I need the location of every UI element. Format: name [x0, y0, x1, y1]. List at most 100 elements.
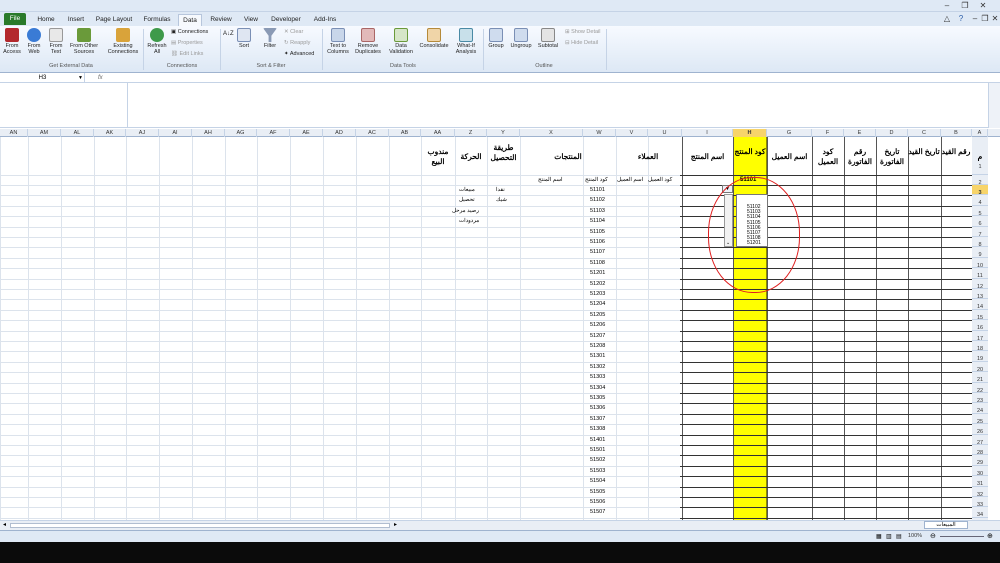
column-header-i[interactable]: I — [682, 129, 733, 137]
product-code-cell[interactable]: 51107 — [590, 249, 605, 255]
row-header[interactable]: 2 — [972, 175, 988, 186]
product-code-cell[interactable]: 51506 — [590, 499, 605, 505]
name-box[interactable]: H3 — [1, 73, 85, 83]
product-code-cell[interactable]: 51303 — [590, 374, 605, 380]
zoom-in-icon[interactable]: ⊕ — [987, 532, 993, 540]
payment-option[interactable]: نقدا — [496, 187, 505, 193]
tab-data[interactable]: Data — [178, 14, 202, 26]
minimize-icon[interactable]: – — [940, 1, 954, 11]
tab-review[interactable]: Review — [208, 14, 234, 26]
tab-page-layout[interactable]: Page Layout — [94, 14, 134, 26]
row-header[interactable]: 20 — [972, 361, 988, 373]
column-header-a[interactable]: A — [972, 129, 988, 137]
group-button[interactable]: Group — [486, 28, 506, 49]
row-header[interactable]: 3 — [972, 185, 988, 196]
existing-connections-button[interactable]: Existing Connections — [106, 28, 140, 55]
product-code-cell[interactable]: 51202 — [590, 281, 605, 287]
scroll-left-icon[interactable]: ◂ — [3, 521, 6, 528]
column-header-ad[interactable]: AD — [323, 129, 356, 137]
zoom-slider[interactable] — [940, 536, 984, 537]
sort-button[interactable]: Sort — [235, 28, 253, 49]
row-header[interactable]: 21 — [972, 372, 988, 383]
row-header[interactable]: 6 — [972, 216, 988, 227]
product-code-cell[interactable]: 51104 — [590, 218, 605, 224]
product-code-cell[interactable]: 51105 — [590, 229, 605, 235]
column-header-ah[interactable]: AH — [192, 129, 225, 137]
from-access-button[interactable]: From Access — [2, 28, 22, 55]
row-header[interactable]: 12 — [972, 278, 988, 290]
column-header-al[interactable]: AL — [61, 129, 94, 137]
properties-button[interactable]: ▤ Properties — [171, 40, 203, 46]
row-header[interactable]: 13 — [972, 289, 988, 300]
tab-insert[interactable]: Insert — [64, 14, 88, 26]
what-if-analysis-button[interactable]: What-If Analysis — [452, 28, 480, 55]
row-header[interactable]: 31 — [972, 476, 988, 487]
product-code-cell[interactable]: 51503 — [590, 468, 605, 474]
tab-developer[interactable]: Developer — [268, 14, 304, 26]
text-to-columns-button[interactable]: Text to Columns — [325, 28, 351, 55]
payment-option[interactable]: شيك — [496, 197, 507, 203]
column-header-e[interactable]: E — [844, 129, 876, 137]
column-header-am[interactable]: AM — [28, 129, 61, 137]
row-header[interactable]: 23 — [972, 393, 988, 404]
row-header[interactable]: 26 — [972, 424, 988, 435]
product-code-cell[interactable]: 51306 — [590, 405, 605, 411]
row-header[interactable]: 24 — [972, 403, 988, 414]
column-header-ab[interactable]: AB — [389, 129, 421, 137]
chevron-down-icon[interactable]: ▼ — [78, 73, 83, 83]
scroll-thumb[interactable] — [10, 523, 390, 528]
column-header-v[interactable]: V — [616, 129, 648, 137]
minimize-ribbon-icon[interactable]: △ — [940, 14, 954, 24]
data-validation-button[interactable]: Data Validation — [386, 28, 416, 55]
product-code-cell[interactable]: 51302 — [590, 364, 605, 370]
product-code-cell[interactable]: 51101 — [590, 187, 605, 193]
cell-v2[interactable]: اسم العميل — [617, 177, 643, 183]
horizontal-scrollbar[interactable]: ◂ ▸ — [0, 520, 1000, 530]
product-code-cell[interactable]: 51501 — [590, 447, 605, 453]
tab-add-ins[interactable]: Add-Ins — [310, 14, 340, 26]
row-header[interactable]: 29 — [972, 455, 988, 466]
column-header-c[interactable]: C — [908, 129, 941, 137]
row-header[interactable]: 19 — [972, 351, 988, 362]
row-header[interactable]: 14 — [972, 299, 988, 310]
product-code-cell[interactable]: 51108 — [590, 260, 605, 266]
help-icon[interactable]: ? — [954, 14, 968, 24]
column-header-aj[interactable]: AJ — [126, 129, 159, 137]
product-code-cell[interactable]: 51507 — [590, 509, 605, 515]
row-header[interactable]: 8 — [972, 237, 988, 248]
from-web-button[interactable]: From Web — [24, 28, 44, 55]
row-header[interactable]: 7 — [972, 226, 988, 238]
row-header[interactable]: 15 — [972, 309, 988, 321]
product-code-cell[interactable]: 51205 — [590, 312, 605, 318]
row-header[interactable]: 4 — [972, 195, 988, 206]
column-header-z[interactable]: Z — [455, 129, 487, 137]
edit-links-button[interactable]: ⛓ Edit Links — [171, 51, 203, 57]
column-header-y[interactable]: Y — [487, 129, 520, 137]
product-code-cell[interactable]: 51304 — [590, 385, 605, 391]
column-header-f[interactable]: F — [812, 129, 844, 137]
tab-formulas[interactable]: Formulas — [140, 14, 174, 26]
formula-input[interactable] — [0, 83, 1000, 128]
product-code-cell[interactable]: 51201 — [590, 270, 605, 276]
product-code-cell[interactable]: 51401 — [590, 437, 605, 443]
row-header[interactable]: 33 — [972, 497, 988, 508]
zoom-level[interactable]: 100% — [908, 533, 922, 539]
row-header[interactable]: 30 — [972, 465, 988, 477]
row-header[interactable]: 18 — [972, 341, 988, 352]
restore-icon[interactable]: ❐ — [958, 1, 972, 11]
movement-option[interactable]: تحصيل — [459, 197, 475, 203]
sheet-tab-sales[interactable]: المبيعات — [924, 521, 968, 529]
row-header[interactable]: 34 — [972, 507, 988, 518]
cell-w2[interactable]: كود المنتج — [585, 177, 608, 183]
tab-view[interactable]: View — [240, 14, 262, 26]
product-code-cell[interactable]: 51207 — [590, 333, 605, 339]
from-text-button[interactable]: From Text — [46, 28, 66, 55]
column-header-af[interactable]: AF — [257, 129, 290, 137]
reapply-button[interactable]: ↻ Reapply — [284, 40, 310, 46]
show-detail-button[interactable]: ⊞ Show Detail — [565, 29, 601, 35]
movement-option[interactable]: مردودات — [459, 218, 479, 224]
column-header-ai[interactable]: AI — [159, 129, 192, 137]
hide-detail-button[interactable]: ⊟ Hide Detail — [565, 40, 598, 46]
cell-x2[interactable]: اسم المنتج — [538, 177, 563, 183]
page-layout-view-icon[interactable]: ▥ — [886, 533, 892, 540]
